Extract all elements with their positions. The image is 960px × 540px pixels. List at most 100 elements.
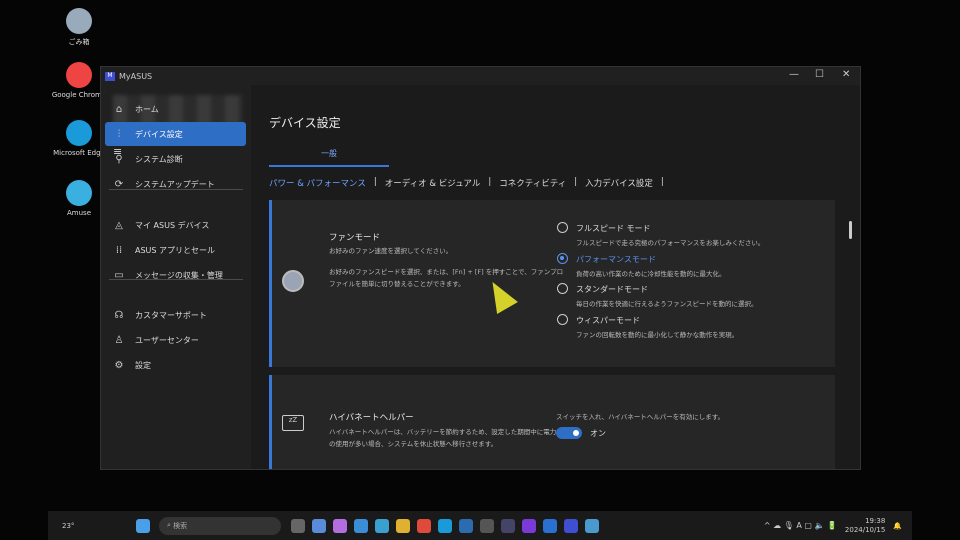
sidebar-item-label: デバイス設定 [135,129,183,139]
taskbar-chrome-icon[interactable] [416,518,431,533]
taskbar-notepad-icon[interactable] [584,518,599,533]
taskbar-edge-icon[interactable] [437,518,452,533]
search-box[interactable]: ⌕ 検索 [159,516,281,535]
sidebar-item[interactable]: ⟳ システムアップデート [105,172,246,196]
subtab[interactable]: コネクティビティ [499,177,566,189]
sidebar-item-icon: ☊ [114,309,124,321]
fan-mode-radio[interactable] [557,252,568,264]
subtab-separator: | [373,177,377,187]
hibernate-title: ハイバネートヘルパー [329,413,414,423]
subtab-separator: | [660,177,664,187]
weather-widget[interactable]: 23° [62,522,132,530]
sidebar-item-icon: ⫶ [117,128,121,140]
hibernate-helper-card: zZ ハイバネートヘルパー ハイバネートヘルパーは、バッテリーを節約するため、設… [269,375,835,469]
subtab[interactable]: オーディオ & ビジュアル [385,177,481,189]
divider [109,189,243,190]
sidebar-item-label: マイ ASUS デバイス [135,220,210,230]
taskbar-store-icon[interactable] [374,518,389,533]
scrollbar[interactable] [849,221,852,239]
window-title: MyASUS [119,71,153,81]
subtab[interactable]: 入力デバイス設定 [585,177,653,189]
fan-icon [282,270,304,292]
fan-mode-label[interactable]: ウィスパーモード [576,315,640,326]
hibernate-desc: ハイバネートヘルパーは、バッテリーを節約するため、設定した期間中に電力 [329,428,557,436]
sidebar-item-label: ユーザーセンター [135,335,199,345]
minimize-button[interactable]: — [789,69,799,80]
fan-desc-3: ファイルを簡単に切り替えることができます。 [329,280,465,288]
fan-mode-desc: ファンの回転数を動的に最小化して静かな動作を実現。 [576,330,739,339]
taskbar-obs-icon[interactable] [479,518,494,533]
taskbar-outlook-icon[interactable] [542,518,557,533]
desktop-icon[interactable]: ごみ箱 [50,8,108,47]
myasus-logo-icon: M [105,71,115,81]
app-icon [66,180,92,206]
sidebar-item-icon: ⚲ [115,153,123,165]
subtab-separator: | [488,177,492,187]
app-icon [66,8,92,34]
fan-mode-label[interactable]: フルスピード モード [576,223,651,234]
fan-mode-label[interactable]: スタンダードモード [576,284,648,295]
sidebar-item-icon: ♙ [114,334,124,346]
fan-mode-desc: 負荷の高い作業のために冷却性能を動的に最大化。 [576,269,726,278]
sidebar-item[interactable]: ⚲ システム診断 [105,147,246,171]
myasus-window: M MyASUS — ☐ ✕ ≡ ⌂ ホーム ⫶ デバイス設定 ⚲ システム診断 ⟳ システム… [100,66,861,470]
sidebar-item[interactable]: ☊ カスタマーサポート [105,303,246,327]
fan-title: ファンモード [329,233,381,243]
divider [109,279,243,280]
fan-desc-2: お好みのファンスピードを選択、または、[Fn] + [F] を押すことで、ファン… [329,268,564,276]
sidebar-item[interactable]: ⌂ ホーム [105,97,246,121]
subtabs: パワー & パフォーマンス | オーディオ & ビジュアル | コネクティビティ | 入力デ… [269,177,672,189]
taskbar-photos-icon[interactable] [353,518,368,533]
main-content: デバイス設定 一般 パワー & パフォーマンス | オーディオ & ビジュアル | コネ… [251,85,860,469]
sidebar: ≡ ⌂ ホーム ⫶ デバイス設定 ⚲ システム診断 ⟳ システムアップデート ◬ マイ ASUS … [101,85,251,469]
clock-date[interactable]: 2024/10/15 [845,526,885,534]
taskbar-app-icon[interactable] [458,518,473,533]
search-placeholder: 検索 [173,521,188,530]
fan-desc: お好みのファン速度を選択してください。 [329,247,453,255]
sidebar-item[interactable]: ⚙ 設定 [105,353,246,377]
sidebar-item-label: 設定 [135,360,151,370]
system-tray-icons[interactable]: ^ ☁ 🎙 A ▢ 🔈 🔋 [764,521,837,530]
start-button[interactable] [135,518,150,533]
subtab[interactable]: パワー & パフォーマンス [269,177,366,189]
sidebar-item-icon: ⚙ [114,359,124,371]
clock-time[interactable]: 19:38 [865,517,885,525]
close-button[interactable]: ✕ [842,69,850,80]
taskbar: 23° ⌕ 検索 ^ ☁ 🎙 A ▢ 🔈 🔋 19:38 2024/10/15 🔔 [48,511,912,540]
hibernate-desc-2: の使用が多い場合、システムを休止状態へ移行させます。 [329,440,498,448]
hibernate-toggle[interactable] [556,427,582,439]
taskbar-explorer-icon[interactable] [395,518,410,533]
notification-bell-icon[interactable]: 🔔 [893,522,902,530]
taskbar-copilot-icon[interactable] [332,518,347,533]
fan-mode-radio[interactable] [557,283,568,294]
app-icon [66,120,92,146]
maximize-button[interactable]: ☐ [815,69,824,80]
fan-mode-label[interactable]: パフォーマンスモード [576,254,656,265]
taskbar-edit-icon[interactable] [521,518,536,533]
fan-mode-radio[interactable] [557,313,568,325]
title-bar: M MyASUS — ☐ ✕ [101,67,860,85]
taskbar-task-view-icon[interactable] [290,518,305,533]
sidebar-item-icon: ⟳ [114,178,124,190]
page-title: デバイス設定 [269,116,341,130]
sidebar-item-label: カスタマーサポート [135,310,207,320]
desktop-icon-label: ごみ箱 [68,38,90,46]
sidebar-item-label: システムアップデート [135,179,215,189]
sidebar-item-label: システム診断 [135,154,183,164]
taskbar-settings-icon[interactable] [311,518,326,533]
taskbar-davinci-icon[interactable] [500,518,515,533]
fan-mode-desc: フルスピードで走る究極のパフォーマンスをお楽しみください。 [576,239,765,247]
sidebar-item-label: ASUS アプリとセール [135,245,216,255]
sidebar-item[interactable]: ▭ メッセージの収集・管理 [105,263,246,287]
fan-mode-card: ファンモード お好みのファン速度を選択してください。 お好みのファンスピードを選… [269,200,835,367]
taskbar-myasus-icon[interactable] [563,518,578,533]
sidebar-item[interactable]: ♙ ユーザーセンター [105,328,246,352]
sidebar-item[interactable]: ⁞⁞ ASUS アプリとセール [105,238,246,262]
sidebar-item[interactable]: ◬ マイ ASUS デバイス [105,213,246,237]
hibernate-monitor-icon: zZ [282,415,304,431]
sidebar-item-icon: ⌂ [115,103,123,115]
sidebar-item-icon: ⁞⁞ [115,244,123,256]
sidebar-item[interactable]: ⫶ デバイス設定 [105,122,246,146]
tab-general[interactable]: 一般 [269,148,389,167]
fan-mode-radio[interactable] [557,222,568,233]
